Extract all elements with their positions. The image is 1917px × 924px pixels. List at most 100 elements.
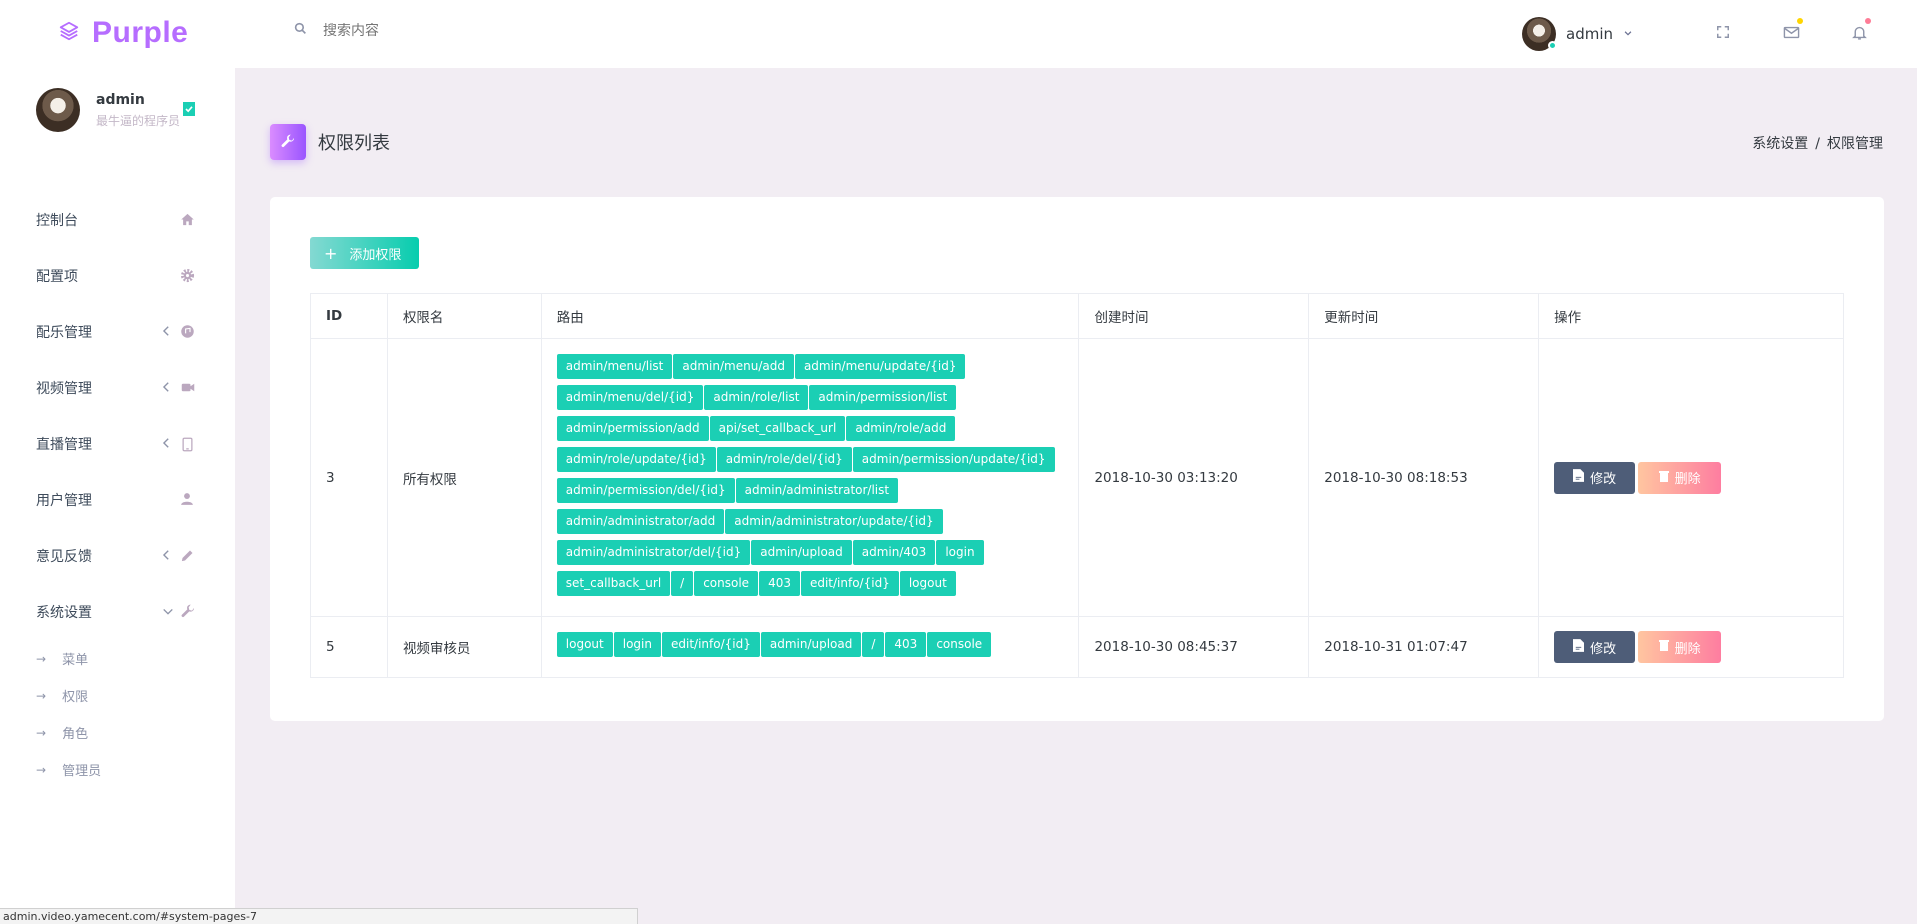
permission-card: + 添加权限 ID 权限名 路由 创建时间 更新时间 操作 3 所有权限 admin…	[270, 197, 1884, 721]
profile-dropdown[interactable]: admin	[1522, 17, 1633, 51]
chevron-left-icon	[162, 549, 171, 565]
sidebar-item-label: 直播管理	[36, 437, 92, 453]
route-tag: /	[671, 571, 694, 596]
browser-status-bar: admin.video.yamecent.com/#system-pages-7	[0, 908, 638, 924]
system-submenu: → 菜单 → 权限 → 角色 → 管理员	[0, 640, 235, 788]
file-edit-icon	[1573, 638, 1585, 656]
breadcrumb-item[interactable]: 系统设置	[1752, 136, 1808, 152]
notification-badge	[1865, 18, 1871, 24]
bell-icon	[1851, 24, 1868, 45]
brand-logo[interactable]: Purple	[58, 16, 188, 50]
submenu-item-permission[interactable]: → 权限	[36, 677, 235, 714]
cell-routes: admin/menu/list admin/menu/add admin/menu/…	[540, 338, 1080, 617]
delete-button[interactable]: 删除	[1638, 631, 1722, 663]
video-camera-icon	[180, 380, 196, 399]
fullscreen-button[interactable]	[1705, 16, 1741, 52]
breadcrumb: 系统设置 / 权限管理	[1752, 133, 1883, 153]
submenu-item-menu[interactable]: → 菜单	[36, 640, 235, 677]
route-tag: admin/administrator/del/{id}	[556, 540, 751, 565]
fullscreen-icon	[1716, 25, 1730, 43]
sidebar-menu: 控制台 配置项 配乐管理 视频管理 直播管理 用户管理 意见反馈 系统设置 → …	[0, 192, 235, 788]
sidebar-item-music[interactable]: 配乐管理	[0, 304, 235, 360]
chevron-left-icon	[162, 381, 171, 397]
route-tag: admin/menu/update/{id}	[794, 354, 966, 379]
route-tag: 403	[885, 632, 927, 657]
sidebar-avatar	[36, 88, 80, 132]
mail-icon	[1783, 24, 1800, 45]
mail-badge	[1797, 18, 1803, 24]
edit-button[interactable]: 修改	[1554, 461, 1636, 494]
route-tag: admin/role/update/{id}	[556, 447, 716, 472]
route-tag: admin/menu/list	[556, 354, 673, 379]
add-permission-button[interactable]: + 添加权限	[310, 237, 419, 269]
search-icon	[294, 22, 307, 39]
route-tag: admin/administrator/update/{id}	[725, 509, 943, 534]
arrow-right-icon: →	[36, 725, 47, 740]
sidebar-item-label: 系统设置	[36, 605, 92, 621]
route-tag: admin/permission/update/{id}	[852, 447, 1055, 472]
cell-actions: 修改 删除	[1538, 338, 1844, 617]
chevron-left-icon	[162, 437, 171, 453]
sidebar-item-feedback[interactable]: 意见反馈	[0, 528, 235, 584]
notifications-button[interactable]	[1841, 16, 1877, 52]
column-header-routes: 路由	[540, 293, 1080, 339]
route-tag: admin/upload	[751, 540, 852, 565]
messages-button[interactable]	[1773, 16, 1809, 52]
submenu-item-admin[interactable]: → 管理员	[36, 751, 235, 788]
route-tag: edit/info/{id}	[661, 632, 760, 657]
delete-button[interactable]: 删除	[1638, 461, 1722, 494]
route-tag: logout	[899, 571, 956, 596]
route-tag: admin/menu/add	[673, 354, 794, 379]
arrow-right-icon: →	[36, 762, 47, 777]
cell-routes: logout login edit/info/{id} admin/upload/40…	[540, 616, 1080, 678]
edit-button[interactable]: 修改	[1554, 631, 1636, 663]
cell-name: 视频审核员	[386, 616, 542, 678]
arrow-right-icon: →	[36, 651, 47, 666]
cell-id: 5	[310, 616, 388, 678]
page-title: 权限列表	[318, 133, 390, 154]
sidebar-item-video[interactable]: 视频管理	[0, 360, 235, 416]
avatar	[1522, 17, 1557, 51]
page-header: 权限列表	[270, 124, 390, 160]
music-icon	[180, 324, 195, 343]
route-tag: login	[613, 632, 661, 657]
route-tag: set_callback_url	[556, 571, 671, 596]
delete-label: 删除	[1674, 472, 1701, 487]
user-icon	[180, 492, 194, 510]
chevron-down-icon	[162, 605, 174, 621]
sidebar-item-users[interactable]: 用户管理	[0, 472, 235, 528]
layers-icon	[58, 20, 80, 46]
sidebar-item-label: 视频管理	[36, 381, 92, 397]
breadcrumb-item-active: 权限管理	[1827, 136, 1883, 152]
sidebar-item-live[interactable]: 直播管理	[0, 416, 235, 472]
submenu-item-label: 权限	[62, 690, 89, 705]
route-tag: console	[927, 632, 992, 657]
route-tag: admin/upload	[760, 632, 862, 657]
search-bar	[294, 22, 623, 39]
route-tag: api/set_callback_url	[709, 416, 846, 441]
route-tag: admin/administrator/list	[735, 478, 899, 503]
submenu-item-role[interactable]: → 角色	[36, 714, 235, 751]
sidebar-profile[interactable]: admin 最牛逼的程序员	[36, 88, 180, 132]
search-input[interactable]	[323, 22, 623, 39]
cell-updated: 2018-10-30 08:18:53	[1308, 338, 1540, 617]
route-tag: admin/permission/list	[809, 385, 957, 410]
sidebar-item-label: 配乐管理	[36, 325, 92, 341]
route-tag: admin/403	[852, 540, 936, 565]
sidebar-item-system[interactable]: 系统设置	[0, 584, 235, 640]
cell-created: 2018-10-30 03:13:20	[1078, 338, 1310, 617]
pencil-icon	[180, 548, 195, 567]
sidebar-item-config[interactable]: 配置项	[0, 248, 235, 304]
route-tag: admin/role/add	[846, 416, 956, 441]
sidebar-item-dashboard[interactable]: 控制台	[0, 192, 235, 248]
column-header-id: ID	[310, 293, 388, 339]
wrench-icon	[270, 124, 306, 160]
table-row: 3 所有权限 admin/menu/list admin/menu/add admin/…	[310, 338, 1844, 617]
breadcrumb-separator: /	[1815, 136, 1820, 152]
column-header-name: 权限名	[386, 293, 542, 339]
route-tag: edit/info/{id}	[800, 571, 899, 596]
column-header-created: 创建时间	[1078, 293, 1310, 339]
sidebar-item-label: 控制台	[36, 213, 78, 229]
delete-label: 删除	[1674, 641, 1701, 657]
gear-icon	[180, 268, 195, 287]
